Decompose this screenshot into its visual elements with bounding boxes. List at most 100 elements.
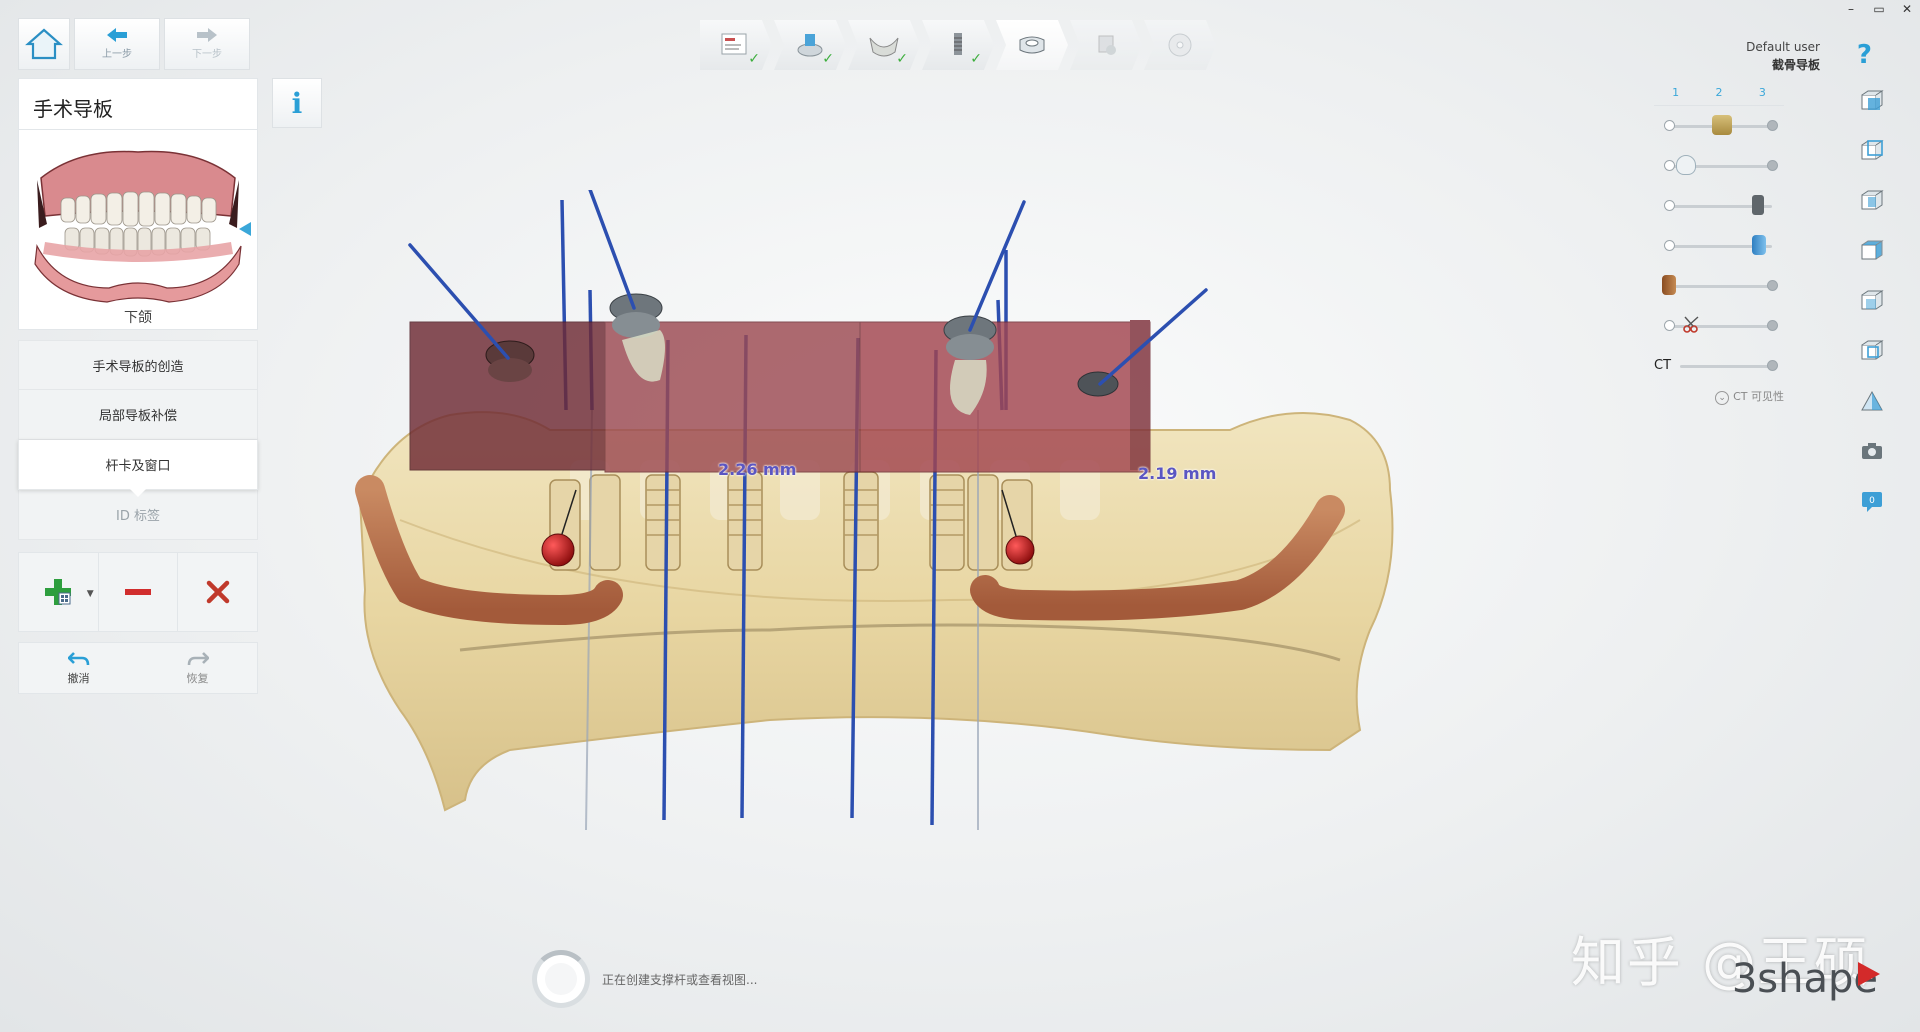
workflow-step-jaw[interactable]: ✓ <box>848 20 920 70</box>
next-button[interactable]: 下一步 <box>164 18 250 70</box>
cube-right-icon <box>1861 240 1884 260</box>
menu-item-guide-creation[interactable]: 手术导板的创造 <box>18 340 258 390</box>
shading-icon <box>1861 390 1883 411</box>
add-bar-button[interactable]: ▼ <box>19 553 99 631</box>
cube-front-icon <box>1861 90 1884 110</box>
clip-view-button[interactable] <box>1858 386 1886 416</box>
view-left-button[interactable] <box>1858 186 1886 216</box>
menu-item-local-compensation[interactable]: 局部导板补偿 <box>18 390 258 440</box>
view-back-button[interactable] <box>1858 136 1886 166</box>
loading-spinner-icon <box>532 950 590 1008</box>
menu-item-id-label[interactable]: ID 标签 <box>18 490 258 540</box>
user-name: Default user <box>1746 40 1820 54</box>
arrow-right-icon <box>197 28 217 42</box>
workflow-step-implant[interactable]: ✓ <box>922 20 994 70</box>
workflow-step-scan[interactable]: ✓ <box>774 20 846 70</box>
3d-viewport[interactable]: 2.26 mm 2.19 mm <box>330 166 1570 950</box>
panel-title: 手术导板 <box>18 78 258 130</box>
undo-button[interactable]: 撤消 <box>19 643 138 693</box>
implant-icon <box>1752 195 1764 215</box>
menu-item-bars-windows[interactable]: 杆卡及窗口 <box>18 440 258 497</box>
svg-text:0: 0 <box>1869 496 1875 506</box>
window-controls: – ▭ ✕ <box>1844 2 1914 16</box>
workflow-step-export[interactable] <box>1144 20 1216 70</box>
measure-label-left: 2.26 mm <box>718 460 797 479</box>
restore-button[interactable]: ▭ <box>1872 2 1886 16</box>
comments-button[interactable]: 0 <box>1858 486 1886 516</box>
bar-icon <box>1662 275 1676 295</box>
layer-tab-3[interactable]: 3 <box>1759 86 1766 99</box>
layer-slider-sleeve[interactable] <box>1654 226 1784 266</box>
abutment-icon <box>1712 115 1732 135</box>
brand-logo: 3shape <box>1731 956 1878 1002</box>
left-panel: 手术导板 下颌 手术导板的创造 局部导板补偿 杆卡及窗口 ID 标签 <box>18 78 258 540</box>
jaw-preview[interactable]: 下颌 <box>18 130 258 330</box>
user-info: Default user 截骨导板 <box>1746 38 1820 74</box>
sleeve-icon <box>1752 235 1766 255</box>
camera-icon <box>1862 443 1882 459</box>
home-button[interactable] <box>18 18 70 70</box>
minus-icon <box>125 589 151 595</box>
workflow-step-guide[interactable] <box>996 20 1068 70</box>
denture-icon <box>34 150 242 303</box>
check-icon: ✓ <box>896 51 908 67</box>
tools-icon <box>1098 35 1116 55</box>
layer-tab-1[interactable]: 1 <box>1672 86 1679 99</box>
top-navigation: 上一步 下一步 <box>18 18 250 70</box>
layer-slider-abutment[interactable] <box>1654 106 1784 146</box>
workflow-step-order[interactable]: ✓ <box>700 20 772 70</box>
surgical-guide-model <box>355 166 1394 831</box>
cube-left-icon <box>1861 190 1884 210</box>
close-button[interactable]: ✕ <box>1900 2 1914 16</box>
project-name: 截骨导板 <box>1771 58 1820 72</box>
measure-pin-right <box>1005 535 1035 565</box>
layer-slider-cut[interactable] <box>1654 306 1784 346</box>
scissors-icon <box>1683 316 1699 333</box>
view-bottom-button[interactable] <box>1858 336 1886 366</box>
cube-bottom-icon <box>1861 340 1884 360</box>
arrow-left-icon <box>107 28 127 42</box>
redo-label: 恢复 <box>186 671 209 685</box>
add-dropdown-icon[interactable]: ▼ <box>87 589 94 599</box>
layer-slider-ct[interactable]: CT <box>1654 346 1784 386</box>
check-icon: ✓ <box>822 51 834 67</box>
back-button[interactable]: 上一步 <box>74 18 160 70</box>
undo-label: 撤消 <box>67 671 90 685</box>
ct-label: CT <box>1654 358 1672 373</box>
view-top-button[interactable] <box>1858 286 1886 316</box>
measure-pin-left <box>541 533 575 567</box>
comment-icon: 0 <box>1862 492 1882 512</box>
cube-back-icon <box>1861 140 1884 160</box>
workflow-steps: ✓ ✓ ✓ ✓ <box>700 20 1218 70</box>
ct-visibility-toggle[interactable]: ⌄ CT 可见性 <box>1654 388 1784 405</box>
remove-bar-button[interactable] <box>99 553 179 631</box>
redo-button[interactable]: 恢复 <box>138 643 257 693</box>
history-actions: 撤消 恢复 <box>18 642 258 694</box>
chevron-down-icon: ⌄ <box>1715 391 1730 405</box>
delete-bar-button[interactable] <box>178 553 257 631</box>
layer-tabs: 1 2 3 <box>1654 86 1784 106</box>
layer-controls: 1 2 3 CT ⌄ CT 可见性 <box>1654 86 1784 405</box>
check-icon: ✓ <box>748 51 760 67</box>
minimize-button[interactable]: – <box>1844 2 1858 16</box>
next-label: 下一步 <box>192 49 222 60</box>
screenshot-button[interactable] <box>1858 436 1886 466</box>
layer-tab-2[interactable]: 2 <box>1715 86 1722 99</box>
preview-pointer <box>239 222 251 236</box>
help-button[interactable]: ? <box>1857 40 1872 70</box>
view-right-button[interactable] <box>1858 236 1886 266</box>
layer-slider-tooth[interactable] <box>1654 146 1784 186</box>
check-icon: ✓ <box>970 51 982 67</box>
view-front-button[interactable] <box>1858 86 1886 116</box>
plus-icon <box>45 579 72 605</box>
guide-icon <box>1019 36 1045 54</box>
info-button[interactable]: i <box>272 78 322 128</box>
layer-slider-implant[interactable] <box>1654 186 1784 226</box>
view-toolbar: 0 <box>1858 86 1886 516</box>
close-icon <box>206 580 229 604</box>
layer-slider-bar[interactable] <box>1654 266 1784 306</box>
status-message: 正在创建支撑杆或查看视图... <box>602 972 758 987</box>
back-label: 上一步 <box>102 49 132 60</box>
workflow-step-adjust[interactable] <box>1070 20 1142 70</box>
tooth-icon <box>1676 155 1696 175</box>
